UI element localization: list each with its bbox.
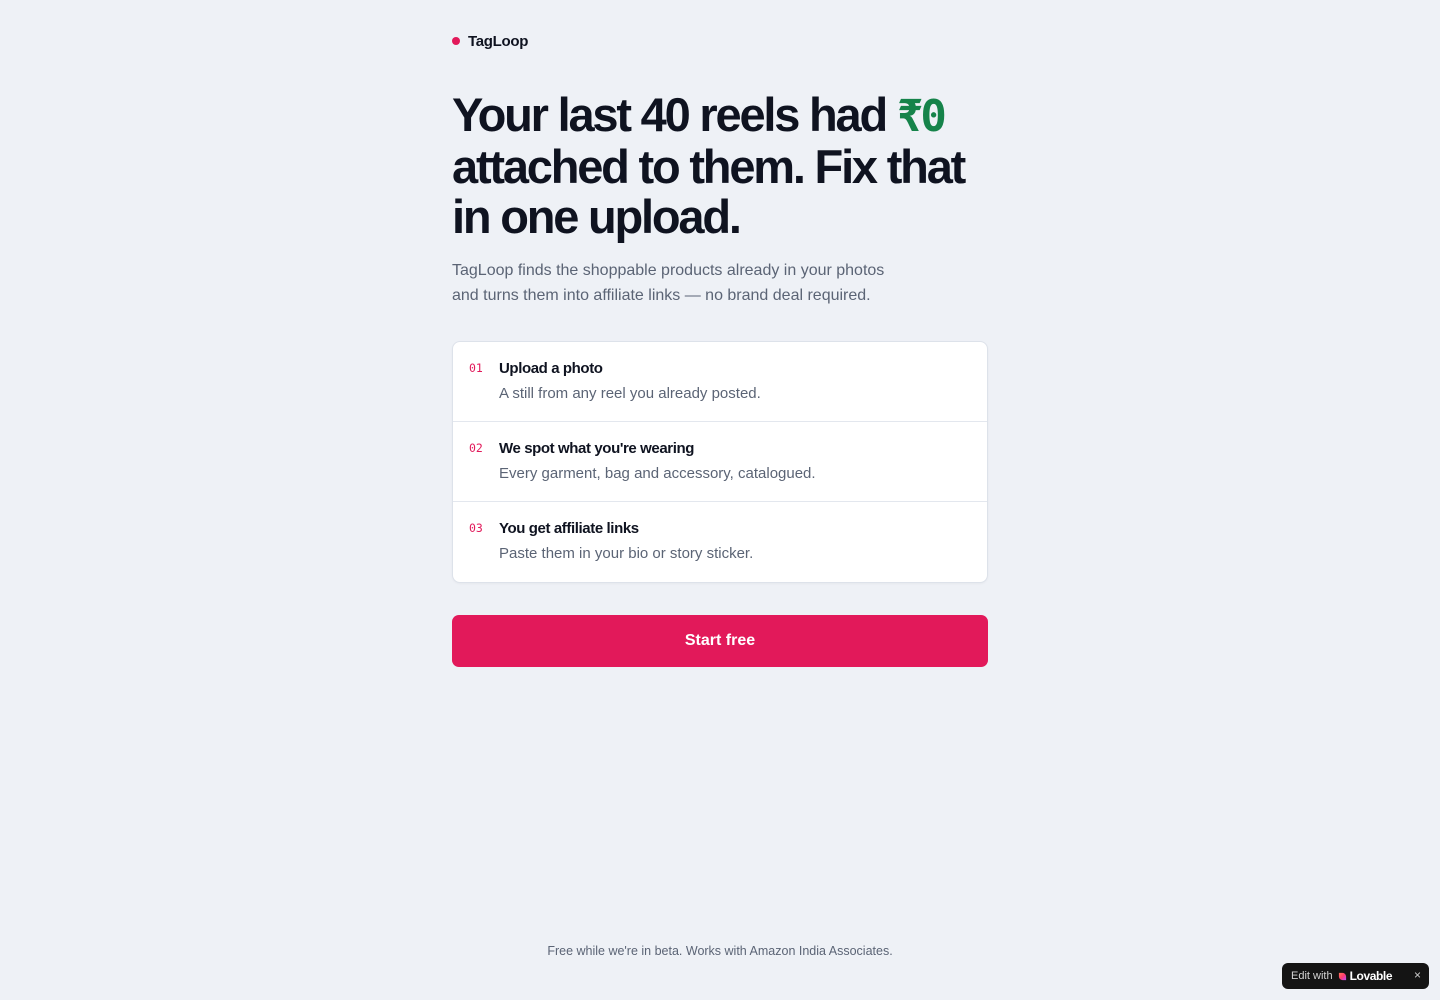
step-number: 03 <box>469 521 483 535</box>
step-title: We spot what you're wearing <box>499 440 695 457</box>
headline-amount: ₹0 <box>896 91 947 142</box>
heart-icon <box>1338 972 1346 980</box>
hero-subhead: TagLoop finds the shoppable products alr… <box>452 262 885 304</box>
badge-brand: Lovable <box>1349 969 1393 983</box>
hero-headline: Your last 40 reels had ₹0 attached to th… <box>452 90 1012 242</box>
step-description: Paste them in your bio or story sticker. <box>499 545 754 562</box>
step-title: Upload a photo <box>499 360 603 377</box>
brand[interactable]: TagLoop <box>452 32 528 50</box>
step-description: Every garment, bag and accessory, catalo… <box>499 465 816 482</box>
steps-card: 01 Upload a photo A still from any reel … <box>452 341 988 583</box>
step-title: You get affiliate links <box>499 520 639 537</box>
step-item: 01 Upload a photo A still from any reel … <box>453 342 987 422</box>
step-item: 03 You get affiliate links Paste them in… <box>453 502 987 582</box>
headline-text-after: attached to them. Fix that in one upload… <box>452 140 966 243</box>
headline-text-before: Your last 40 reels had <box>452 88 897 141</box>
close-icon[interactable]: × <box>1414 968 1421 982</box>
step-number: 02 <box>469 441 483 455</box>
footer-note: Free while we're in beta. Works with Ama… <box>547 944 893 958</box>
landing-page: TagLoop Your last 40 reels had ₹0 attach… <box>0 0 1440 1000</box>
step-number: 01 <box>469 361 483 375</box>
step-description: A still from any reel you already posted… <box>499 385 761 402</box>
brand-dot-icon <box>452 37 460 45</box>
step-item: 02 We spot what you're wearing Every gar… <box>453 422 987 502</box>
badge-label: Edit with <box>1291 970 1333 982</box>
start-free-button[interactable]: Start free <box>452 615 988 667</box>
edit-with-lovable-badge[interactable]: Edit with Lovable × <box>1282 963 1429 989</box>
brand-name: TagLoop <box>468 32 529 50</box>
